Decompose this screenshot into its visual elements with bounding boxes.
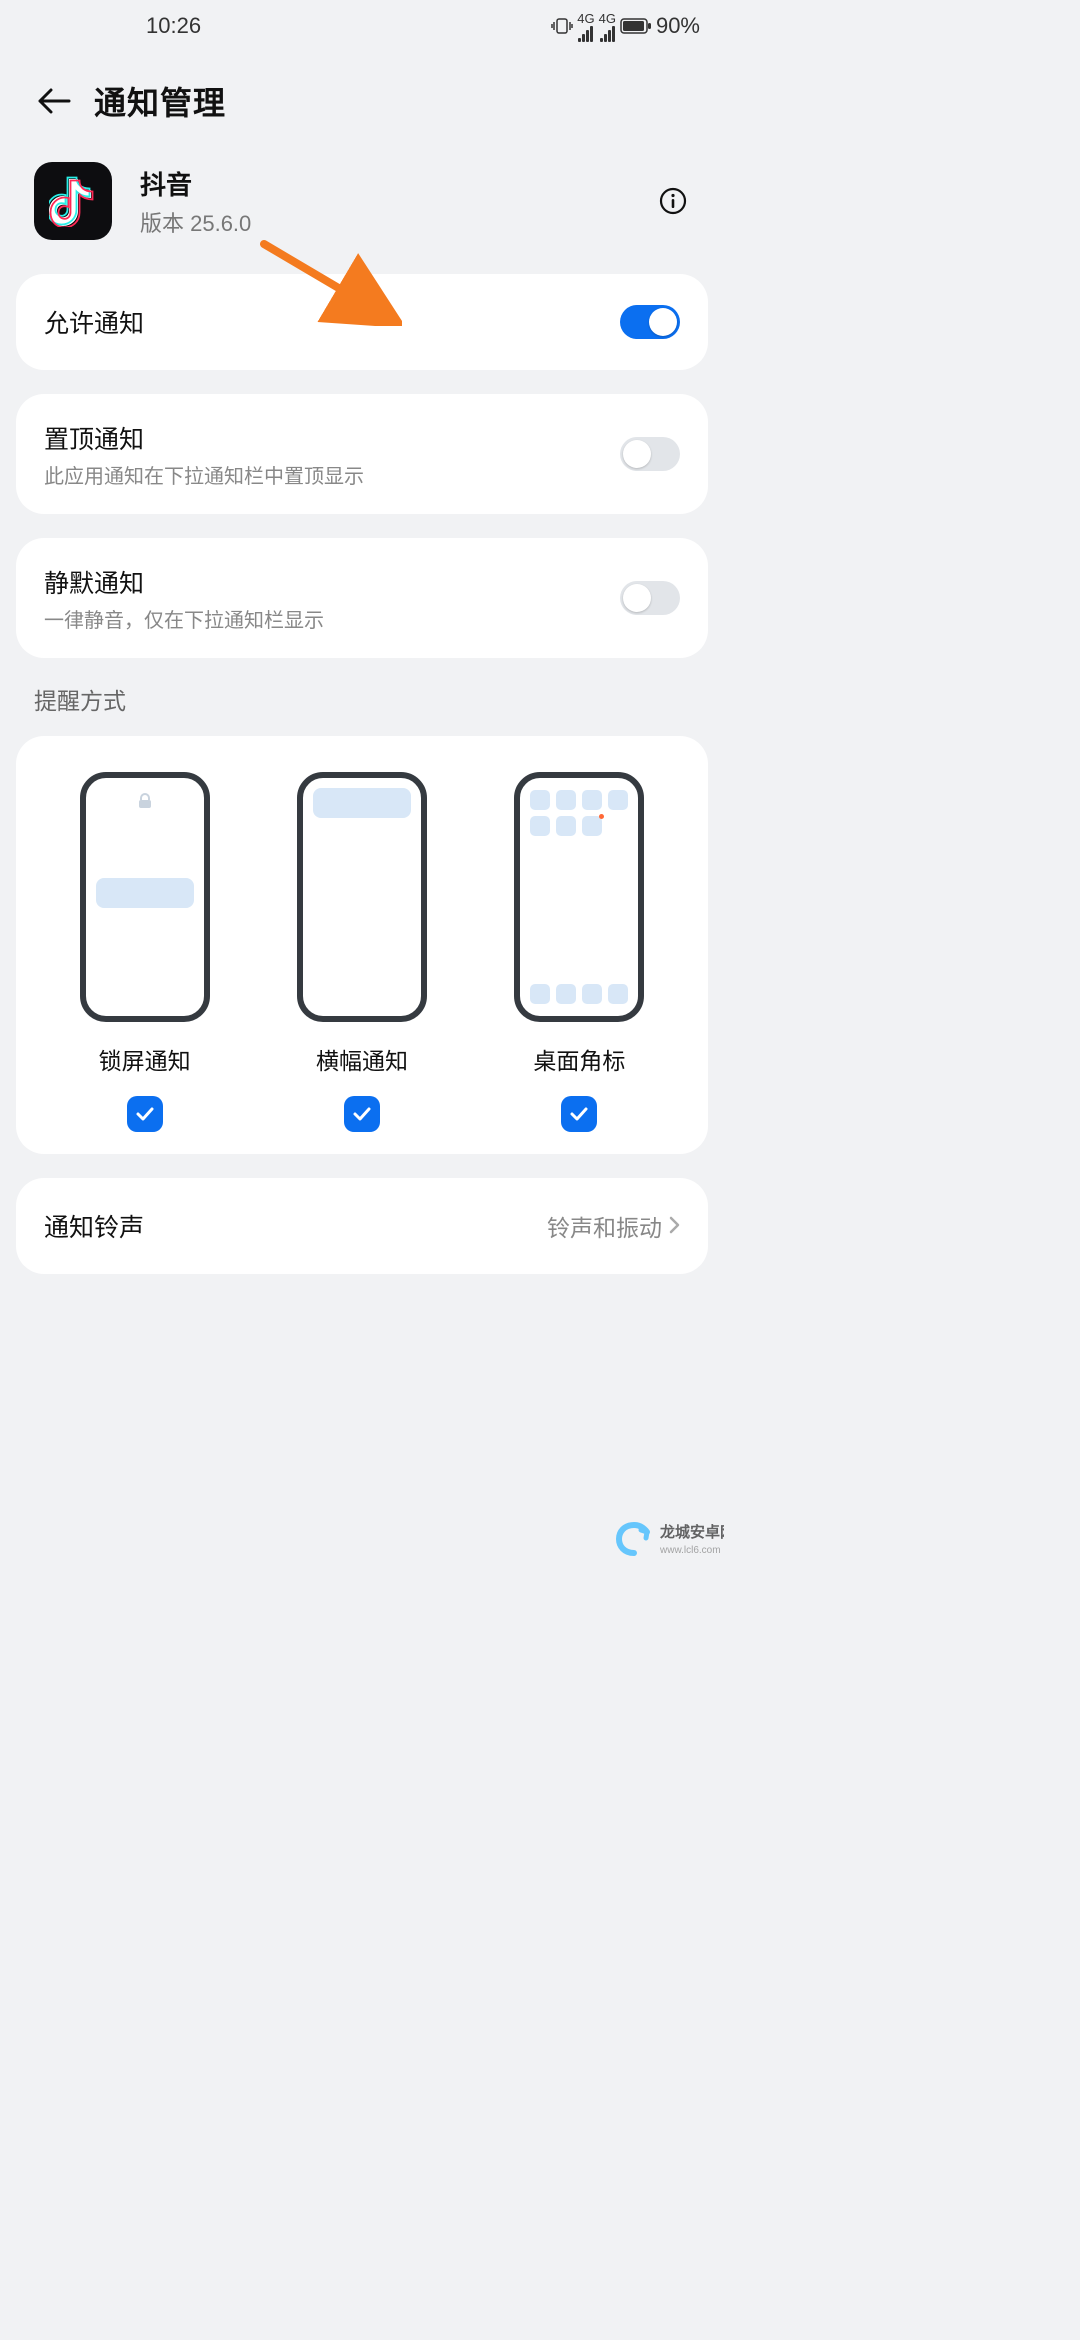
app-icon [34, 162, 112, 240]
silent-label: 静默通知 [44, 564, 620, 600]
reminder-section-label: 提醒方式 [34, 682, 724, 716]
sound-label: 通知铃声 [44, 1208, 144, 1244]
mode-banner[interactable]: 横幅通知 [257, 772, 466, 1132]
vibrate-icon [551, 17, 573, 35]
app-text: 抖音 版本 25.6.0 [140, 165, 251, 238]
mode-lock[interactable]: 锁屏通知 [40, 772, 249, 1132]
app-version: 版本 25.6.0 [140, 206, 251, 238]
status-time: 10:26 [146, 13, 201, 39]
silent-notifications-card: 静默通知 一律静音，仅在下拉通知栏显示 [16, 538, 708, 658]
signal-1-icon: 4G [577, 11, 594, 42]
mode-badge-label: 桌面角标 [533, 1042, 625, 1076]
pinned-notifications-card: 置顶通知 此应用通知在下拉通知栏中置顶显示 [16, 394, 708, 514]
allow-label: 允许通知 [44, 304, 620, 340]
reminder-modes-card: 锁屏通知 横幅通知 桌面角标 [16, 736, 708, 1154]
pinned-notifications-row[interactable]: 置顶通知 此应用通知在下拉通知栏中置顶显示 [44, 394, 680, 514]
silent-sub: 一律静音，仅在下拉通知栏显示 [44, 604, 620, 633]
status-bar: 10:26 4G 4G 90% [0, 0, 724, 52]
battery-icon [620, 18, 652, 34]
signal-2-icon: 4G [599, 11, 616, 42]
badge-preview-icon [514, 772, 644, 1022]
mode-banner-label: 横幅通知 [316, 1042, 408, 1076]
battery-text: 90% [656, 13, 700, 39]
allow-notifications-row[interactable]: 允许通知 [44, 274, 680, 370]
mode-lock-label: 锁屏通知 [99, 1042, 191, 1076]
pinned-sub: 此应用通知在下拉通知栏中置顶显示 [44, 460, 620, 489]
app-name: 抖音 [140, 165, 251, 202]
back-button[interactable] [34, 81, 74, 121]
status-right: 4G 4G 90% [551, 11, 700, 42]
pinned-toggle[interactable] [620, 437, 680, 471]
mode-badge[interactable]: 桌面角标 [475, 772, 684, 1132]
chevron-right-icon [668, 1213, 680, 1240]
svg-text:www.lcl6.com: www.lcl6.com [659, 1545, 721, 1556]
banner-preview-icon [297, 772, 427, 1022]
allow-notifications-card: 允许通知 [16, 274, 708, 370]
lock-preview-icon [80, 772, 210, 1022]
silent-notifications-row[interactable]: 静默通知 一律静音，仅在下拉通知栏显示 [44, 538, 680, 658]
page-header: 通知管理 [0, 52, 724, 152]
mode-badge-checkbox[interactable] [561, 1096, 597, 1132]
silent-toggle[interactable] [620, 581, 680, 615]
allow-toggle[interactable] [620, 305, 680, 339]
app-info-row: 抖音 版本 25.6.0 [0, 152, 724, 274]
pinned-label: 置顶通知 [44, 420, 620, 456]
watermark: 龙城安卓网 www.lcl6.com [604, 1503, 724, 1563]
sound-value: 铃声和振动 [547, 1209, 662, 1243]
mode-banner-checkbox[interactable] [344, 1096, 380, 1132]
info-button[interactable] [656, 184, 690, 218]
mode-lock-checkbox[interactable] [127, 1096, 163, 1132]
svg-text:龙城安卓网: 龙城安卓网 [659, 1523, 724, 1541]
page-title: 通知管理 [94, 78, 226, 124]
notification-sound-row[interactable]: 通知铃声 铃声和振动 [16, 1178, 708, 1274]
